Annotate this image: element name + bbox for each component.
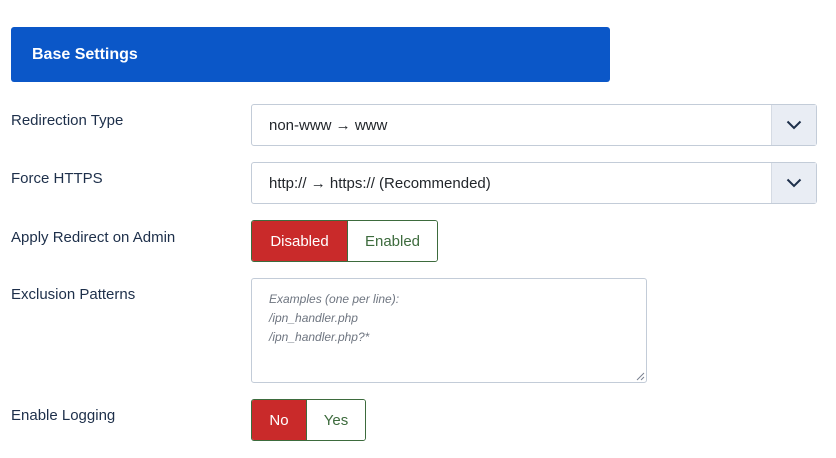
- redirection-type-label: Redirection Type: [11, 112, 124, 129]
- apply-redirect-admin-label: Apply Redirect on Admin: [11, 229, 176, 246]
- redirection-type-select[interactable]: non-www → www: [251, 104, 817, 146]
- yes-option[interactable]: Yes: [306, 400, 365, 440]
- disabled-option[interactable]: Disabled: [252, 221, 347, 261]
- apply-redirect-admin-toggle: Disabled Enabled: [251, 220, 438, 262]
- section-header: Base Settings: [11, 27, 610, 82]
- chevron-down-icon[interactable]: [771, 163, 816, 203]
- resize-grip-icon[interactable]: [635, 371, 645, 381]
- chevron-down-icon[interactable]: [771, 105, 816, 145]
- exclusion-patterns-textarea[interactable]: Examples (one per line): /ipn_handler.ph…: [251, 278, 647, 383]
- enable-logging-label: Enable Logging: [11, 407, 116, 424]
- force-https-select[interactable]: http:// → https:// (Recommended): [251, 162, 817, 204]
- force-https-label: Force HTTPS: [11, 170, 103, 187]
- force-https-value: http:// → https:// (Recommended): [269, 174, 491, 192]
- enable-logging-toggle: No Yes: [251, 399, 366, 441]
- enabled-option[interactable]: Enabled: [347, 221, 437, 261]
- no-option[interactable]: No: [252, 400, 306, 440]
- section-title: Base Settings: [32, 45, 138, 63]
- exclusion-patterns-label: Exclusion Patterns: [11, 286, 136, 303]
- redirection-type-value: non-www → www: [269, 116, 388, 134]
